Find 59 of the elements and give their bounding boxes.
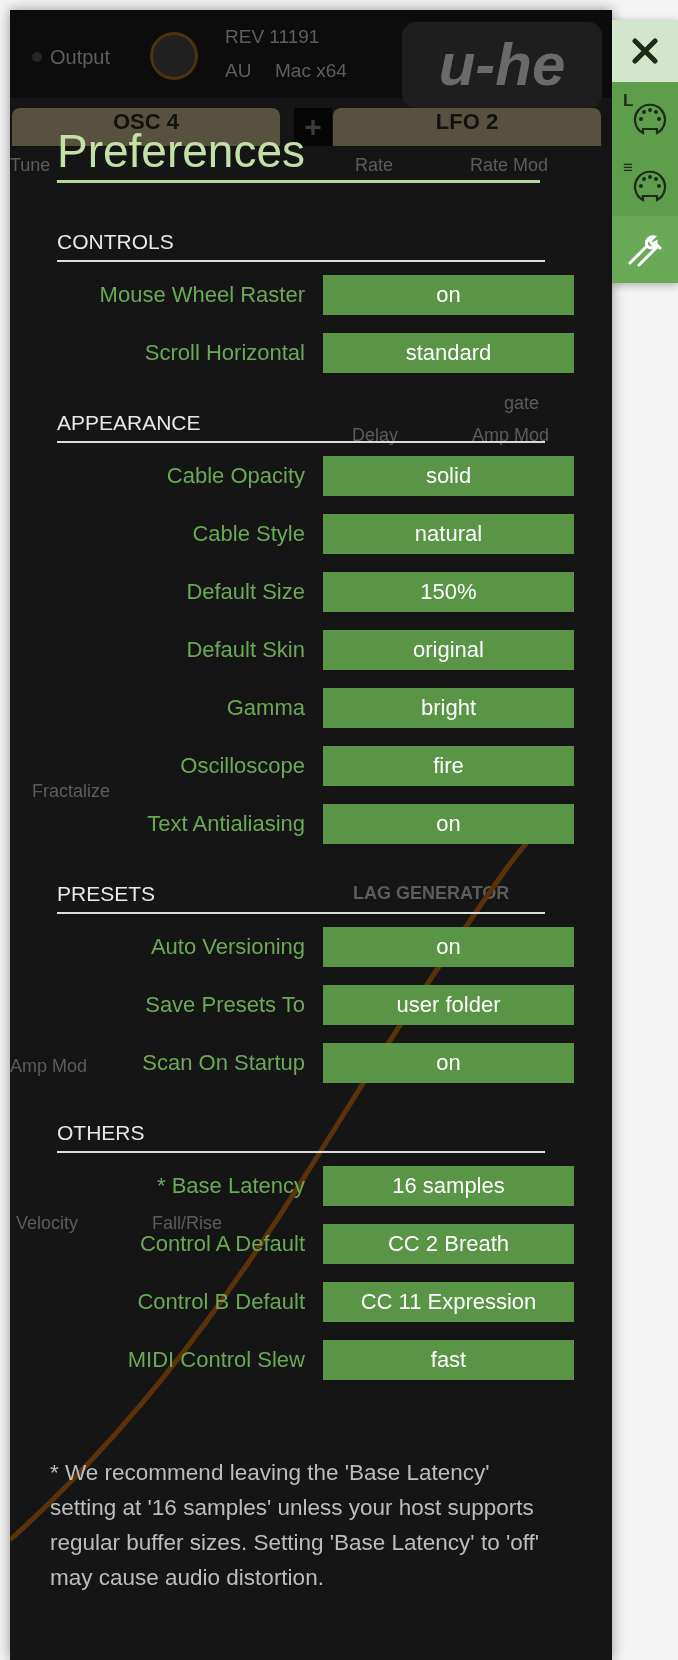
module-label: Fall/Rise	[152, 1212, 222, 1234]
setting-label: Scroll Horizontal	[144, 340, 305, 366]
output-label: Output	[50, 45, 111, 69]
setting-dropdown[interactable]: user folder	[323, 985, 574, 1025]
section-heading: APPEARANCE	[57, 411, 201, 434]
setting-dropdown[interactable]: on	[323, 275, 574, 315]
setting-dropdown[interactable]: 150%	[323, 572, 574, 612]
setting-dropdown[interactable]: 16 samples	[323, 1166, 574, 1206]
setting-dropdown[interactable]: fast	[323, 1340, 574, 1380]
module-label: Delay	[352, 424, 399, 446]
module-label: gate	[504, 392, 540, 414]
setting-dropdown[interactable]: fire	[323, 746, 574, 786]
close-icon	[632, 38, 658, 64]
setting-label: Cable Opacity	[166, 463, 305, 489]
setting-dropdown[interactable]: on	[323, 1043, 574, 1083]
setting-dropdown[interactable]: on	[323, 804, 574, 844]
module-label: Amp Mod	[10, 1055, 88, 1077]
setting-label: Control A Default	[139, 1231, 305, 1257]
setting-dropdown[interactable]: CC 2 Breath	[323, 1224, 574, 1264]
setting-dropdown[interactable]: original	[323, 630, 574, 670]
setting-label: Default Size	[186, 579, 305, 605]
side-tab[interactable]: ≡	[612, 149, 678, 216]
led-icon	[32, 52, 42, 62]
setting-label: Default Skin	[186, 637, 305, 663]
module-label: Rate	[355, 154, 394, 176]
setting-label: Save Presets To	[145, 992, 305, 1018]
module-label: Fractalize	[32, 780, 111, 802]
setting-dropdown[interactable]: on	[323, 927, 574, 967]
module-label: Velocity	[16, 1212, 79, 1234]
module-label: Amp Mod	[472, 424, 550, 446]
setting-dropdown[interactable]: bright	[323, 688, 574, 728]
close-button[interactable]	[612, 20, 678, 82]
setting-dropdown[interactable]: solid	[323, 456, 574, 496]
setting-label: Gamma	[226, 695, 305, 721]
setting-dropdown[interactable]: CC 11 Expression	[323, 1282, 574, 1322]
setting-label: Oscilloscope	[180, 753, 305, 779]
setting-label: Cable Style	[192, 521, 305, 547]
module-label: Rate Mod	[470, 154, 549, 176]
revision-label: REV 11191	[225, 26, 320, 48]
logo: u-he	[402, 22, 602, 108]
setting-label: Auto Versioning	[150, 934, 305, 960]
module-tab[interactable]: LFO 2	[333, 108, 601, 146]
setting-dropdown[interactable]: natural	[323, 514, 574, 554]
setting-label: Mouse Wheel Raster	[99, 282, 305, 308]
setting-label: Control B Default	[137, 1289, 305, 1315]
footnote-text: * We recommend leaving the 'Base Latency' setting at '16 samples' unless your host supports regular buffer sizes. Setting 'Base Latency' to 'off' may cause audio distortion.	[50, 1459, 541, 1592]
platform-label: Mac x64	[275, 60, 347, 82]
side-tab[interactable]	[612, 216, 678, 283]
setting-label: Text Antialiasing	[147, 811, 305, 837]
setting-label: * Base Latency	[157, 1173, 305, 1199]
module-label: Tune	[10, 154, 51, 176]
setting-label: Scan On Startup	[142, 1050, 305, 1076]
section-heading: PRESETS	[57, 882, 156, 905]
setting-dropdown[interactable]: standard	[323, 333, 574, 373]
setting-label: MIDI Control Slew	[127, 1347, 305, 1373]
section-heading: CONTROLS	[57, 230, 174, 253]
section-heading: OTHERS	[57, 1121, 145, 1144]
side-tab[interactable]: L	[612, 82, 678, 149]
format-label: AU	[225, 60, 252, 82]
